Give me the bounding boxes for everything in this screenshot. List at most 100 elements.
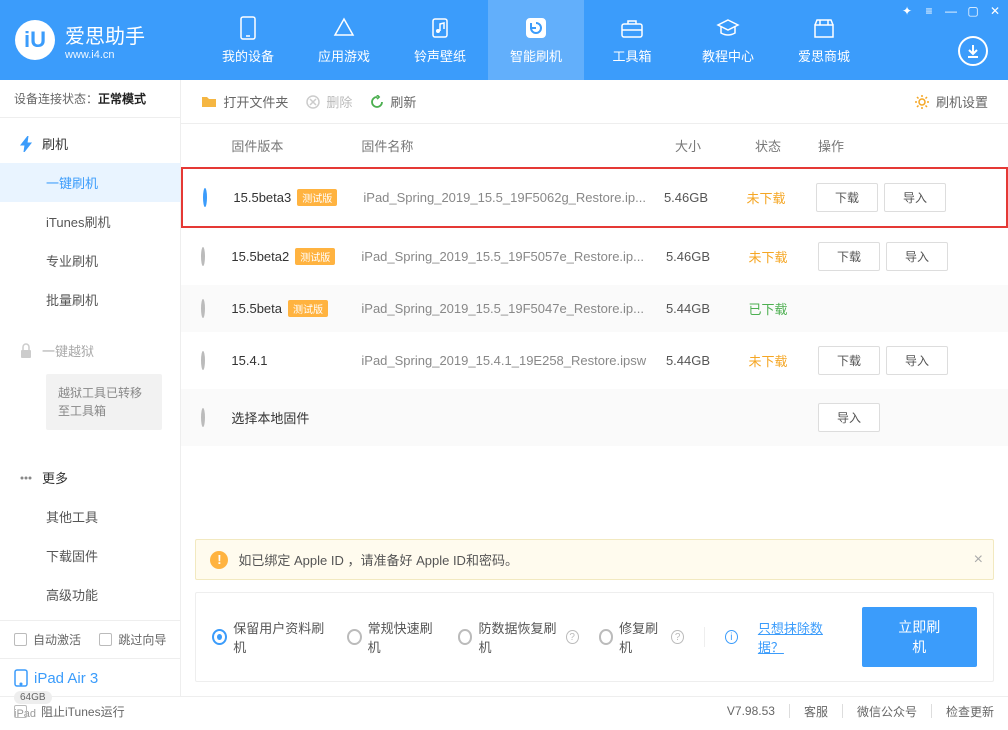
sidebar-jailbreak-section: 一键越狱 越狱工具已转移至工具箱	[0, 325, 180, 440]
notice-bar: ! 如已绑定 Apple ID ，请准备好 Apple ID和密码。 ×	[195, 539, 994, 580]
auto-activate-checkbox[interactable]	[14, 633, 27, 646]
warning-icon: !	[210, 551, 228, 569]
sidebar: 设备连接状态：正常模式 刷机 一键刷机 iTunes刷机 专业刷机 批量刷机 一…	[0, 80, 181, 696]
row-size: 5.44GB	[648, 353, 728, 368]
download-button[interactable]: 下载	[818, 346, 880, 375]
firmware-rows: 15.5beta3测试版 iPad_Spring_2019_15.5_19F50…	[181, 167, 1008, 446]
menu-icon[interactable]: ✦	[900, 4, 914, 18]
sidebar-more-header[interactable]: 更多	[0, 458, 180, 497]
download-button[interactable]: 下载	[818, 242, 880, 271]
col-version: 固件版本	[231, 136, 361, 155]
skip-guide-checkbox[interactable]	[99, 633, 112, 646]
wechat-link[interactable]: 微信公众号	[857, 703, 917, 720]
table-row[interactable]: 选择本地固件 导入	[181, 389, 1008, 446]
open-folder-button[interactable]: 打开文件夹	[201, 92, 288, 111]
refresh-button[interactable]: 刷新	[370, 92, 416, 111]
local-firmware-label: 选择本地固件	[231, 408, 808, 427]
option-radio[interactable]	[599, 629, 614, 645]
option-label: 常规快速刷机	[368, 618, 438, 656]
nav-my-device[interactable]: 我的设备	[200, 0, 296, 80]
connection-status: 设备连接状态：正常模式	[0, 80, 180, 118]
import-button[interactable]: 导入	[886, 242, 948, 271]
separator	[704, 627, 705, 647]
sidebar-item-advanced[interactable]: 高级功能	[0, 575, 180, 614]
table-row[interactable]: 15.5beta3测试版 iPad_Spring_2019_15.5_19F50…	[181, 167, 1008, 228]
sidebar-item-other-tools[interactable]: 其他工具	[0, 497, 180, 536]
beta-tag: 测试版	[288, 300, 328, 317]
sidebar-item-batch[interactable]: 批量刷机	[0, 280, 180, 319]
import-button[interactable]: 导入	[886, 346, 948, 375]
flash-settings-button[interactable]: 刷机设置	[914, 92, 988, 111]
sidebar-item-pro[interactable]: 专业刷机	[0, 241, 180, 280]
sidebar-jailbreak-header[interactable]: 一键越狱	[0, 331, 180, 370]
sidebar-item-oneclick[interactable]: 一键刷机	[0, 163, 180, 202]
table-row[interactable]: 15.5beta测试版 iPad_Spring_2019_15.5_19F504…	[181, 285, 1008, 332]
erase-link[interactable]: 只想抹除数据？	[758, 618, 842, 656]
row-status: 未下载	[726, 188, 806, 207]
flash-options: 保留用户资料刷机 常规快速刷机 防数据恢复刷机 ? 修复刷机 ?	[212, 618, 684, 656]
flash-now-button[interactable]: 立即刷机	[862, 607, 977, 667]
row-radio[interactable]	[201, 247, 205, 266]
row-version: 15.5beta2测试版	[231, 248, 361, 265]
row-radio[interactable]	[201, 299, 205, 318]
sidebar-flash-header[interactable]: 刷机	[0, 124, 180, 163]
nav-ringtones[interactable]: 铃声壁纸	[392, 0, 488, 80]
option-radio[interactable]	[347, 629, 362, 645]
import-button[interactable]: 导入	[818, 403, 880, 432]
sidebar-item-firmware[interactable]: 下载固件	[0, 536, 180, 575]
delete-button[interactable]: 删除	[306, 92, 352, 111]
nav-toolbox[interactable]: 工具箱	[584, 0, 680, 80]
row-filename: iPad_Spring_2019_15.5_19F5057e_Restore.i…	[361, 249, 648, 264]
flash-option[interactable]: 防数据恢复刷机 ?	[458, 618, 579, 656]
block-itunes-checkbox[interactable]	[14, 705, 27, 718]
table-header: 固件版本 固件名称 大小 状态 操作	[181, 124, 1008, 167]
topnav: 我的设备 应用游戏 铃声壁纸 智能刷机 工具箱 教程中心 爱思商城	[200, 0, 1008, 80]
nav-flash[interactable]: 智能刷机	[488, 0, 584, 80]
gear-icon	[914, 94, 930, 110]
row-size: 5.44GB	[648, 301, 728, 316]
row-radio[interactable]	[201, 408, 205, 427]
row-radio[interactable]	[203, 188, 207, 207]
option-label: 保留用户资料刷机	[233, 618, 327, 656]
logo: iU 爱思助手 www.i4.cn	[0, 0, 200, 80]
window-controls: ✦ ≡ — ▢ ✕	[900, 4, 1002, 18]
support-link[interactable]: 客服	[804, 703, 828, 720]
brand-url: www.i4.cn	[65, 49, 145, 61]
minimize-icon[interactable]: —	[944, 4, 958, 18]
folder-icon	[201, 95, 217, 109]
table-row[interactable]: 15.5beta2测试版 iPad_Spring_2019_15.5_19F50…	[181, 228, 1008, 285]
flash-option[interactable]: 常规快速刷机	[347, 618, 438, 656]
sidebar-item-itunes[interactable]: iTunes刷机	[0, 202, 180, 241]
row-status: 未下载	[728, 351, 808, 370]
nav-tutorials[interactable]: 教程中心	[680, 0, 776, 80]
list-icon[interactable]: ≡	[922, 4, 936, 18]
flash-option[interactable]: 保留用户资料刷机	[212, 618, 326, 656]
help-icon[interactable]: ?	[671, 630, 684, 644]
header: iU 爱思助手 www.i4.cn 我的设备 应用游戏 铃声壁纸 智能刷机 工具…	[0, 0, 1008, 80]
toolbox-icon	[620, 16, 644, 40]
row-radio[interactable]	[201, 351, 205, 370]
sidebar-flash-section: 刷机 一键刷机 iTunes刷机 专业刷机 批量刷机	[0, 118, 180, 325]
store-icon	[812, 16, 836, 40]
import-button[interactable]: 导入	[884, 183, 946, 212]
download-button[interactable]: 下载	[816, 183, 878, 212]
logo-badge: iU	[15, 20, 55, 60]
music-icon	[428, 16, 452, 40]
option-radio[interactable]	[458, 629, 473, 645]
downloads-button[interactable]	[958, 36, 988, 66]
update-link[interactable]: 检查更新	[946, 703, 994, 720]
row-size: 5.46GB	[648, 249, 728, 264]
close-icon[interactable]: ✕	[988, 4, 1002, 18]
flash-option[interactable]: 修复刷机 ?	[599, 618, 684, 656]
close-notice-button[interactable]: ×	[974, 551, 983, 569]
nav-store[interactable]: 爱思商城	[776, 0, 872, 80]
help-icon[interactable]: ?	[566, 630, 579, 644]
col-status: 状态	[728, 136, 808, 155]
col-actions: 操作	[808, 136, 988, 155]
option-radio[interactable]	[212, 629, 227, 645]
nav-apps[interactable]: 应用游戏	[296, 0, 392, 80]
maximize-icon[interactable]: ▢	[966, 4, 980, 18]
delete-icon	[306, 95, 320, 109]
table-row[interactable]: 15.4.1 iPad_Spring_2019_15.4.1_19E258_Re…	[181, 332, 1008, 389]
brand-name: 爱思助手	[65, 20, 145, 49]
